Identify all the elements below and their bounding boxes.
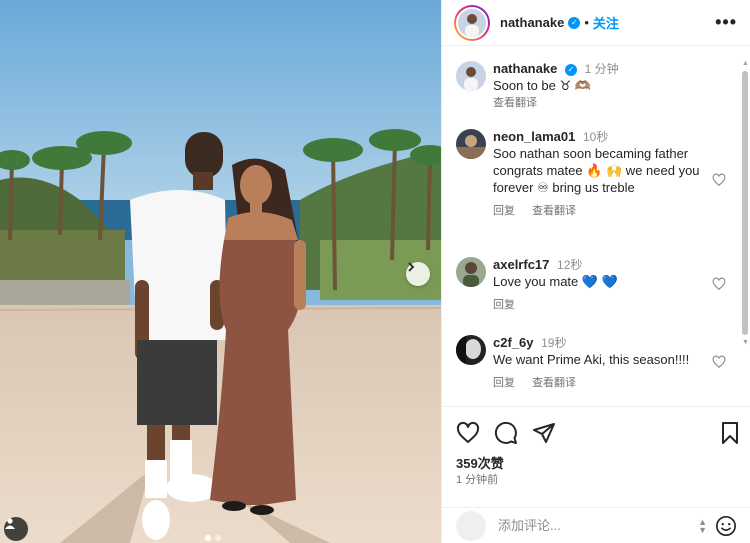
input-resize-icon: ▲ ▼ — [698, 517, 707, 535]
bookmark-icon[interactable] — [718, 421, 742, 445]
like-comment-heart-icon[interactable] — [712, 355, 726, 369]
scroll-thumb[interactable] — [742, 71, 748, 335]
tag-user-icon — [5, 518, 15, 529]
translate-link[interactable]: 查看翻译 — [532, 377, 576, 389]
like-comment-heart-icon[interactable] — [712, 277, 726, 291]
author-username[interactable]: nathanake — [500, 15, 564, 30]
post-timestamp: 1 分钟前 — [456, 474, 499, 486]
comment-username[interactable]: c2f_6y — [493, 335, 533, 350]
comment-time[interactable]: 12秒 — [557, 258, 582, 272]
comments-scrollbar[interactable]: ▲ ▼ — [742, 60, 749, 400]
comments-list[interactable]: nathanake ✓ 1 分钟 Soon to be ♉ 🫶🏽 查看翻译 ne… — [442, 47, 742, 403]
comment-text: Love you mate 💙 💙 — [493, 274, 618, 289]
caption: nathanake ✓ 1 分钟 Soon to be ♉ 🫶🏽 查看翻译 — [456, 61, 726, 110]
share-icon[interactable] — [532, 421, 556, 445]
comment-text: We want Prime Aki, this season!!!! — [493, 352, 690, 367]
translate-link[interactable]: 查看翻译 — [493, 97, 537, 109]
comment-time[interactable]: 10秒 — [583, 130, 608, 144]
post-side-panel: nathanake ✓ • 关注 ••• nathanake ✓ 1 分钟 So… — [441, 0, 750, 543]
follow-button[interactable]: 关注 — [593, 13, 619, 32]
caption-time[interactable]: 1 分钟 — [585, 62, 619, 76]
author-avatar-image — [456, 6, 488, 39]
verified-icon: ✓ — [564, 63, 577, 76]
chevron-right-icon — [408, 262, 415, 272]
like-comment-heart-icon[interactable] — [712, 173, 726, 187]
avatar[interactable] — [456, 129, 486, 159]
post-photo[interactable] — [0, 0, 441, 543]
scroll-down-arrow[interactable]: ▼ — [742, 339, 749, 346]
translate-link[interactable]: 查看翻译 — [532, 205, 576, 217]
carousel-indicator — [205, 535, 221, 541]
caption-text: Soon to be — [493, 78, 556, 93]
comment-icon[interactable] — [494, 421, 518, 445]
comment-item: neon_lama01 10秒 Soo nathan soon becaming… — [456, 129, 726, 218]
tagged-users-button[interactable] — [4, 517, 28, 541]
more-options-icon[interactable]: ••• — [715, 12, 737, 33]
avatar[interactable] — [456, 335, 486, 365]
comment-item: axelrfc17 12秒 Love you mate 💙 💙 回复 — [456, 257, 726, 312]
post-actions: 359次赞 1 分钟前 — [442, 406, 750, 494]
comment-time[interactable]: 19秒 — [541, 336, 566, 350]
carousel-dot — [215, 535, 221, 541]
reply-button[interactable]: 回复 — [493, 299, 515, 311]
caption-username[interactable]: nathanake — [493, 61, 557, 76]
avatar[interactable] — [456, 61, 486, 91]
carousel-dot-active — [205, 535, 211, 541]
author-avatar[interactable] — [454, 4, 490, 41]
caption-emoji: ♉ 🫶🏽 — [559, 78, 591, 93]
reply-button[interactable]: 回复 — [493, 377, 515, 389]
add-comment-bar: ▲▼ — [442, 507, 750, 543]
avatar[interactable] — [456, 257, 486, 287]
comment-username[interactable]: axelrfc17 — [493, 257, 549, 272]
current-user-avatar — [456, 510, 486, 541]
photo-image — [0, 0, 441, 543]
comment-input[interactable] — [498, 518, 688, 533]
emoji-icon[interactable] — [715, 515, 737, 537]
carousel-next-button[interactable] — [406, 262, 430, 286]
verified-icon: ✓ — [568, 16, 581, 29]
comment-username[interactable]: neon_lama01 — [493, 129, 575, 144]
comment-text: Soo nathan soon becaming father congrats… — [493, 146, 700, 195]
scroll-up-arrow[interactable]: ▲ — [742, 60, 749, 67]
like-heart-icon[interactable] — [456, 421, 480, 445]
comment-item: c2f_6y 19秒 We want Prime Aki, this seaso… — [456, 335, 726, 390]
post-header: nathanake ✓ • 关注 ••• — [442, 0, 750, 46]
likes-count[interactable]: 359次赞 — [456, 453, 504, 472]
reply-button[interactable]: 回复 — [493, 205, 515, 217]
